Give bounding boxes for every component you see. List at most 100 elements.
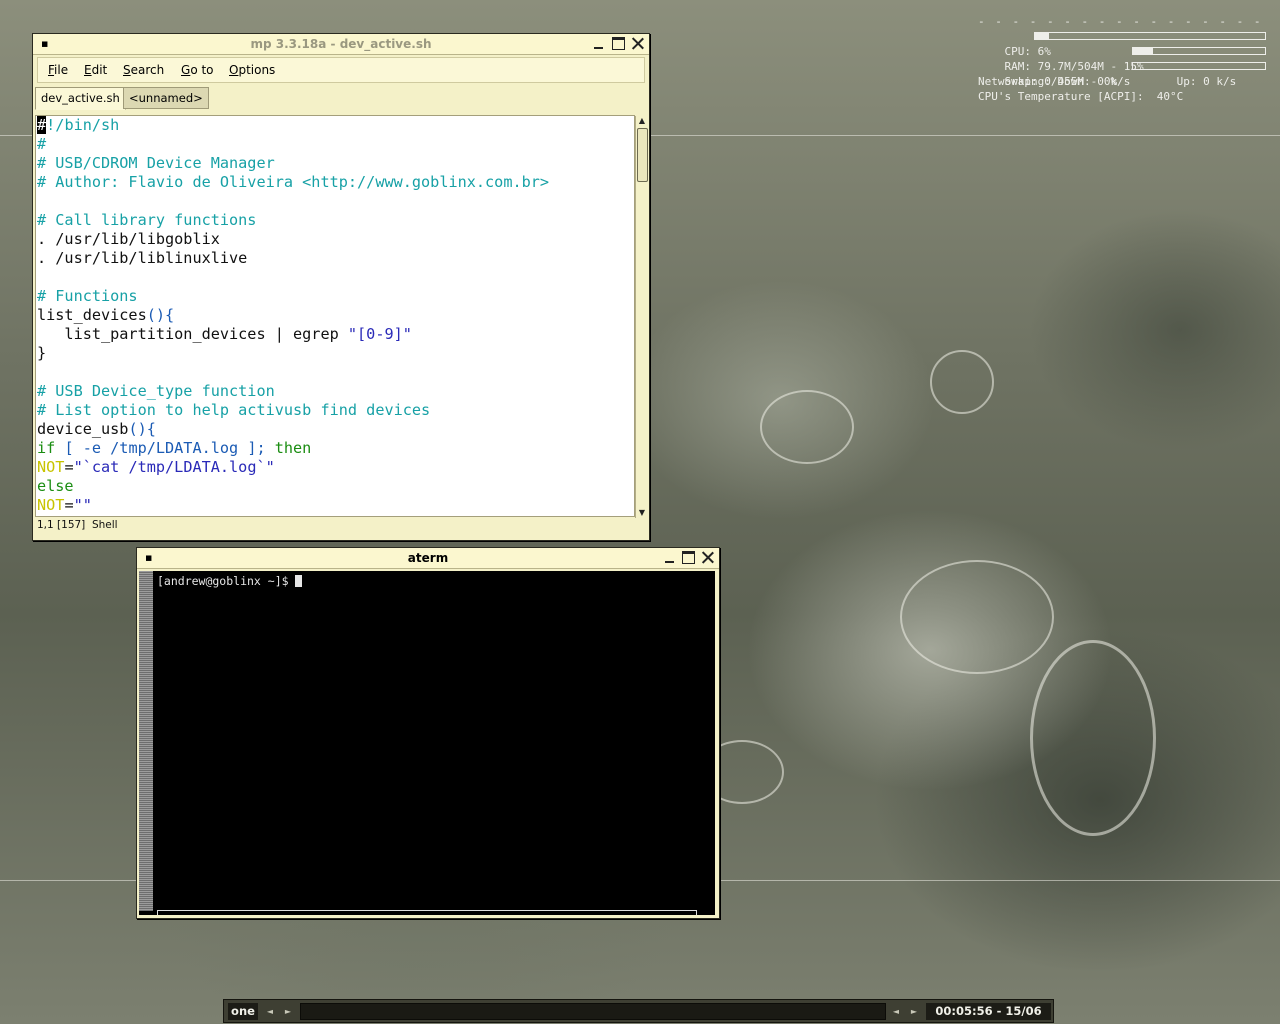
code-token: }	[37, 344, 47, 362]
code-line[interactable]: # List option to help activusb find devi…	[36, 401, 634, 420]
editor-scrollbar[interactable]: ▲ ▼	[635, 116, 648, 518]
code-line[interactable]: # Author: Flavio de Oliveira <http://www…	[36, 173, 634, 192]
code-token: # List option to help activusb find devi…	[37, 401, 431, 419]
terminal-cursor	[295, 575, 303, 587]
cpu-row: CPU: 6%	[978, 29, 1268, 58]
code-token: . /usr/lib/libgoblix	[37, 230, 220, 248]
swap-row: Swap: 0/455M - 0%	[978, 59, 1268, 88]
code-token: #	[37, 116, 47, 134]
code-line[interactable]: list_devices(){	[36, 306, 634, 325]
code-token: =	[64, 496, 74, 514]
system-monitor: - - - - - - - - - - - - - - - - - - - - …	[978, 14, 1268, 104]
tab-dev-active[interactable]: dev_active.sh	[35, 87, 126, 110]
code-line[interactable]: NOT=""	[36, 496, 634, 515]
code-line[interactable]: else	[36, 477, 634, 496]
task-next-icon[interactable]: ►	[907, 1004, 921, 1019]
code-token: [ -e /tmp/LDATA.log ];	[55, 439, 275, 457]
menu-file[interactable]: File	[48, 63, 68, 77]
wallpaper-bubble	[900, 560, 1054, 674]
code-token: (){	[146, 306, 175, 324]
code-editor[interactable]: #!/bin/sh # # USB/CDROM Device Manager # Au…	[35, 115, 635, 517]
code-token: list_devices	[37, 306, 147, 324]
code-token: list_partition_devices | egrep	[37, 325, 348, 343]
task-prev-icon[interactable]: ◄	[889, 1004, 903, 1019]
wallpaper-bubble	[1030, 640, 1156, 836]
workspace-label[interactable]: one	[228, 1003, 258, 1020]
code-token: # USB Device_type function	[37, 382, 275, 400]
code-line[interactable]	[36, 192, 634, 211]
maximize-icon[interactable]	[612, 37, 625, 50]
temperature-row: CPU's Temperature [ACPI]: 40°C	[978, 90, 1184, 103]
monitor-separator: - - - - - - - - - - - - - - - - - - - - …	[978, 15, 1264, 28]
terminal-prompt: [andrew@goblinx ~]$	[157, 574, 296, 588]
code-line[interactable]: # USB/CDROM Device Manager	[36, 154, 634, 173]
wallpaper-bubble	[930, 350, 994, 414]
code-line[interactable]	[36, 268, 634, 287]
code-line[interactable]: if [ -e /tmp/LDATA.log ]; then	[36, 439, 634, 458]
code-line[interactable]: # Functions	[36, 287, 634, 306]
code-token: "[0-9]"	[347, 325, 412, 343]
code-token: =	[64, 458, 74, 476]
code-token: ""	[73, 496, 92, 514]
code-token: "`cat /tmp/LDATA.log`"	[73, 458, 275, 476]
code-line[interactable]: NOT="`cat /tmp/LDATA.log`"	[36, 458, 634, 477]
scroll-up-icon[interactable]: ▲	[636, 116, 648, 126]
terminal-bottom-bar	[157, 910, 697, 915]
cpu-bar-fill	[1035, 33, 1049, 39]
code-token: NOT	[37, 458, 65, 476]
menu-goto[interactable]: Go to	[181, 63, 214, 77]
editor-titlebar[interactable]: ▪ mp 3.3.18a - dev_active.sh	[33, 34, 649, 55]
code-line[interactable]: #	[36, 135, 634, 154]
workspace-prev-icon[interactable]: ◄	[263, 1004, 277, 1019]
terminal-scrollbar[interactable]	[139, 571, 153, 911]
minimize-icon[interactable]	[592, 37, 605, 50]
minimize-icon[interactable]	[663, 551, 676, 564]
menu-edit[interactable]: Edit	[84, 63, 107, 77]
clock: 00:05:56 - 15/06	[926, 1003, 1051, 1020]
terminal-prompt-line[interactable]: [andrew@goblinx ~]$	[157, 574, 303, 588]
editor-menubar: File Edit Search Go to Options	[37, 57, 645, 83]
editor-window[interactable]: ▪ mp 3.3.18a - dev_active.sh File Edit S…	[32, 33, 650, 541]
code-line[interactable]: . /usr/lib/liblinuxlive	[36, 249, 634, 268]
ram-bar-fill	[1133, 48, 1153, 54]
code-line[interactable]: #!/bin/sh	[36, 116, 634, 135]
terminal-content[interactable]: [andrew@goblinx ~]$	[139, 571, 715, 915]
editor-title: mp 3.3.18a - dev_active.sh	[250, 37, 432, 51]
wallpaper-bubble	[760, 390, 854, 464]
taskbar: one ◄ ► ◄ ► 00:05:56 - 15/06	[223, 999, 1054, 1023]
code-line[interactable]: . /usr/lib/libgoblix	[36, 230, 634, 249]
menu-search[interactable]: Search	[123, 63, 164, 77]
code-token: !/bin/sh	[46, 116, 120, 134]
code-token: #	[37, 135, 47, 153]
code-token: device_usb	[37, 420, 129, 438]
tab-unnamed[interactable]: <unnamed>	[123, 87, 209, 109]
code-line[interactable]: list_partition_devices | egrep "[0-9]"	[36, 325, 634, 344]
code-token: # Author: Flavio de Oliveira <http://www…	[37, 173, 550, 191]
code-token: # USB/CDROM Device Manager	[37, 154, 275, 172]
ram-bar	[1132, 47, 1266, 55]
menu-options[interactable]: Options	[229, 63, 275, 77]
code-line[interactable]: # USB Device_type function	[36, 382, 634, 401]
task-list[interactable]	[300, 1003, 886, 1020]
code-token: # Functions	[37, 287, 138, 305]
close-icon[interactable]	[701, 551, 714, 564]
swap-bar	[1132, 62, 1266, 70]
terminal-window[interactable]: ▪ aterm [andrew@goblinx ~]$	[136, 547, 720, 919]
code-line[interactable]: device_usb(){	[36, 420, 634, 439]
code-token: . /usr/lib/liblinuxlive	[37, 249, 248, 267]
scroll-down-icon[interactable]: ▼	[636, 508, 648, 518]
code-token: (){	[128, 420, 156, 438]
close-icon[interactable]	[631, 37, 644, 50]
scrollbar-thumb[interactable]	[637, 128, 648, 182]
cpu-bar	[1034, 32, 1266, 40]
terminal-titlebar[interactable]: ▪ aterm	[137, 548, 719, 569]
code-line[interactable]: # Call library functions	[36, 211, 634, 230]
workspace-next-icon[interactable]: ►	[281, 1004, 295, 1019]
code-token: # Call library functions	[37, 211, 257, 229]
code-token: if	[37, 439, 56, 457]
ram-row: RAM: 79.7M/504M - 15%	[978, 44, 1268, 73]
code-line[interactable]: }	[36, 344, 634, 363]
code-line[interactable]	[36, 363, 634, 382]
code-token: then	[274, 439, 312, 457]
maximize-icon[interactable]	[682, 551, 695, 564]
